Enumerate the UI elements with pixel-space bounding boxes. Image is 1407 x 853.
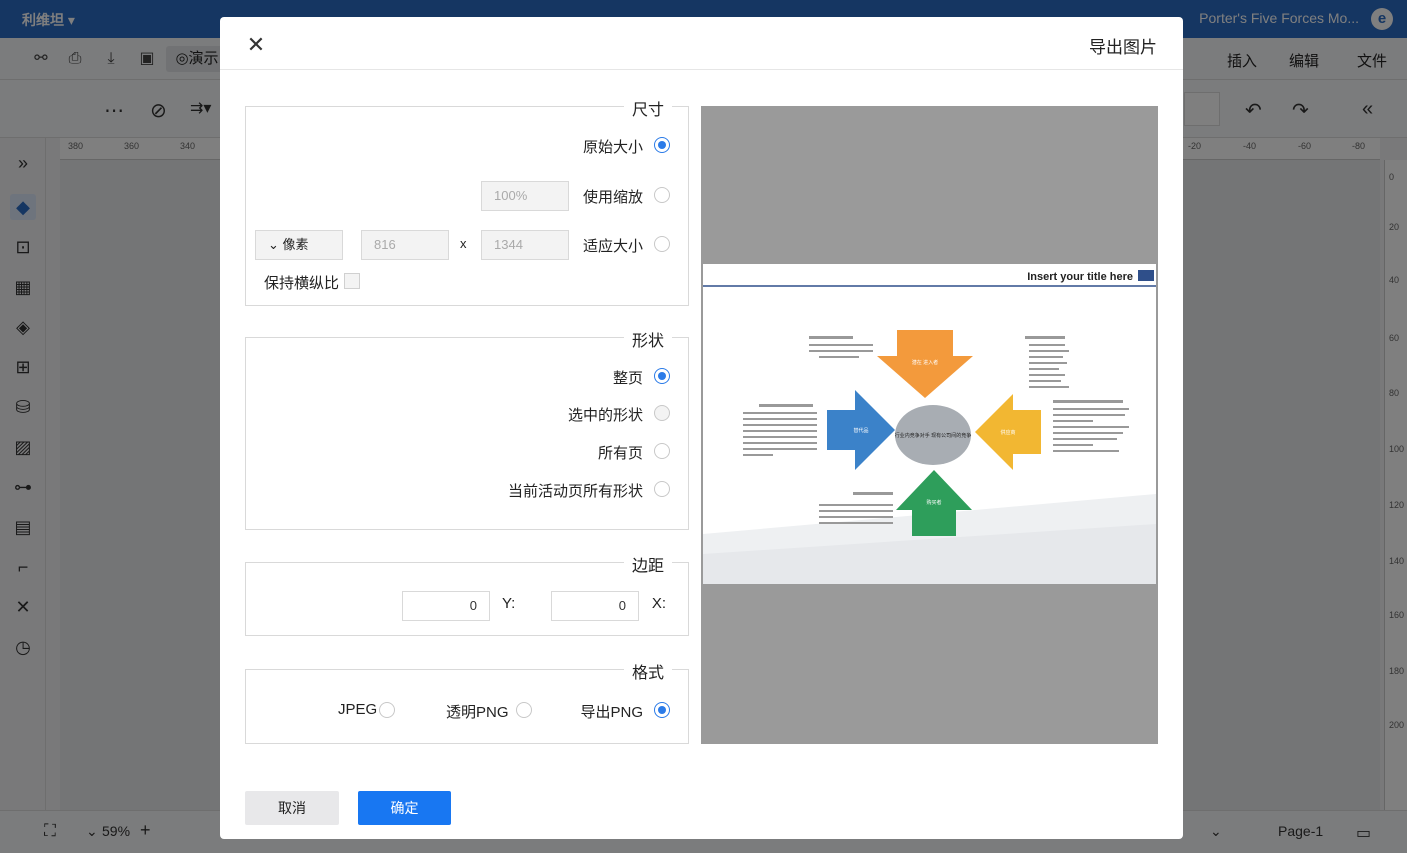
confirm-button[interactable]: 确定 [358, 791, 451, 825]
size-legend: 尺寸 [623, 96, 672, 120]
width-input[interactable]: 1344 [481, 230, 569, 260]
height-input[interactable]: 816 [361, 230, 449, 260]
png-label: 导出PNG [580, 704, 643, 721]
original-size-label: 原始大小 [582, 139, 643, 156]
keep-ratio-checkbox[interactable] [344, 273, 360, 289]
x-input[interactable]: 0 [551, 591, 639, 621]
y-label: Y: [502, 595, 516, 612]
fit-size-label: 适应大小 [582, 238, 643, 255]
cancel-button[interactable]: 取消 [245, 791, 339, 825]
selected-shapes-label: 选中的形状 [567, 407, 643, 424]
original-size-radio[interactable] [654, 137, 670, 153]
fit-size-radio[interactable] [654, 236, 670, 252]
margin-section: 边距 X: 0 Y: 0 [245, 552, 689, 636]
scale-input[interactable]: 100% [481, 181, 569, 211]
active-page-shapes-label: 当前活动页所有形状 [507, 483, 643, 500]
arrow-bottom-label: 购买者 [926, 499, 941, 506]
x-label: X: [651, 595, 666, 612]
margin-legend: 边距 [623, 552, 672, 576]
transparent-png-label: 透明PNG [446, 704, 509, 721]
times-sign: x [460, 236, 467, 251]
shape-legend: 形状 [623, 327, 672, 351]
title-marker [1138, 270, 1154, 281]
transparent-png-radio[interactable] [516, 702, 532, 718]
selected-shapes-radio[interactable] [654, 405, 670, 421]
size-section: 尺寸 原始大小 使用缩放 100% 适应大小 1344 x 816 ⌄ 像素 保… [245, 96, 689, 306]
preview-slide: Insert your title here 潜在 进入者 替代品 供应商 购买… [703, 264, 1156, 584]
format-legend: 格式 [623, 659, 672, 683]
png-radio[interactable] [654, 702, 670, 718]
arrow-right-label: 供应商 [1000, 429, 1015, 436]
all-pages-radio[interactable] [654, 443, 670, 459]
all-pages-label: 所有页 [597, 445, 643, 462]
dialog-title: 导出图片 [1089, 38, 1157, 57]
unit-select[interactable]: ⌄ 像素 [255, 230, 343, 260]
unit-value: 像素 [282, 237, 309, 252]
whole-page-label: 整页 [612, 370, 643, 387]
slide-title: Insert your title here [1027, 271, 1133, 283]
y-input[interactable]: 0 [402, 591, 490, 621]
jpeg-radio[interactable] [379, 702, 395, 718]
use-scale-label: 使用缩放 [582, 189, 643, 206]
jpeg-label: JPEG [338, 701, 378, 718]
arrow-left-label: 替代品 [853, 427, 868, 434]
export-preview: Insert your title here 潜在 进入者 替代品 供应商 购买… [701, 106, 1158, 744]
porters-five-forces-diagram: Insert your title here 潜在 进入者 替代品 供应商 购买… [703, 264, 1156, 584]
keep-ratio-label: 保持横纵比 [264, 275, 340, 292]
format-section: 格式 导出PNG 透明PNG JPEG [245, 659, 689, 744]
arrow-top-label: 潜在 进入者 [912, 359, 938, 366]
whole-page-radio[interactable] [654, 368, 670, 384]
center-label: 行业内竞争对手 现有公司间的竞争 [895, 432, 971, 439]
shape-section: 形状 整页 选中的形状 所有页 当前活动页所有形状 [245, 327, 689, 530]
active-page-shapes-radio[interactable] [654, 481, 670, 497]
export-image-dialog: 导出图片 ✕ 尺寸 原始大小 使用缩放 100% 适应大小 1344 x 816… [220, 17, 1183, 839]
header-divider [220, 69, 1183, 70]
close-icon[interactable]: ✕ [242, 31, 270, 59]
use-scale-radio[interactable] [654, 187, 670, 203]
